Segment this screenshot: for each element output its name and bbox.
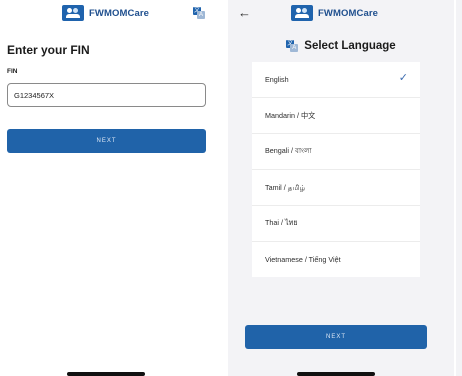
next-button[interactable]: NEXT: [7, 129, 206, 153]
fwmomcare-logo-icon: [62, 5, 84, 21]
language-option-thai[interactable]: Thai / ไทย: [252, 206, 420, 242]
language-screen: ← FWMOMCare 文A Select Language English ✓…: [228, 0, 454, 376]
app-header: FWMOMCare 文A: [0, 0, 224, 28]
language-label: Thai / ไทย: [265, 218, 298, 227]
language-option-mandarin[interactable]: Mandarin / 中文: [252, 98, 420, 134]
language-title: Select Language: [304, 40, 396, 52]
language-title-row: 文A Select Language: [228, 38, 454, 54]
translate-icon[interactable]: 文A: [193, 7, 205, 19]
app-logo: FWMOMCare: [291, 4, 378, 22]
language-option-vietnamese[interactable]: Vietnamese / Tiếng Việt: [252, 242, 420, 277]
language-label: Vietnamese / Tiếng Việt: [265, 255, 341, 264]
fwmomcare-logo-icon: [291, 5, 313, 21]
home-indicator: [297, 372, 375, 376]
fin-field-label: FIN: [7, 68, 18, 75]
language-label: Tamil / தமிழ்: [265, 182, 306, 192]
language-option-tamil[interactable]: Tamil / தமிழ்: [252, 170, 420, 206]
app-header: ← FWMOMCare: [228, 0, 454, 28]
language-label: English: [265, 75, 289, 84]
next-screen-edge: [456, 0, 462, 376]
fin-input[interactable]: [7, 83, 206, 107]
checkmark-icon: ✓: [398, 72, 408, 84]
app-name: FWMOMCare: [318, 7, 379, 19]
back-arrow-icon[interactable]: ←: [238, 6, 251, 19]
language-option-english[interactable]: English ✓: [252, 62, 420, 98]
app-logo: FWMOMCare: [62, 4, 149, 22]
language-label: Mandarin / 中文: [265, 110, 316, 120]
page-title: Enter your FIN: [7, 43, 90, 57]
language-list: English ✓ Mandarin / 中文 Bengali / বাংলা …: [252, 62, 420, 277]
home-indicator: [67, 372, 145, 376]
language-option-bengali[interactable]: Bengali / বাংলা: [252, 134, 420, 170]
app-name: FWMOMCare: [89, 7, 150, 19]
translate-icon: 文A: [286, 40, 299, 52]
next-button[interactable]: NEXT: [245, 325, 427, 349]
language-label: Bengali / বাংলা: [265, 145, 312, 155]
fin-screen: FWMOMCare 文A Enter your FIN FIN NEXT: [0, 0, 224, 376]
